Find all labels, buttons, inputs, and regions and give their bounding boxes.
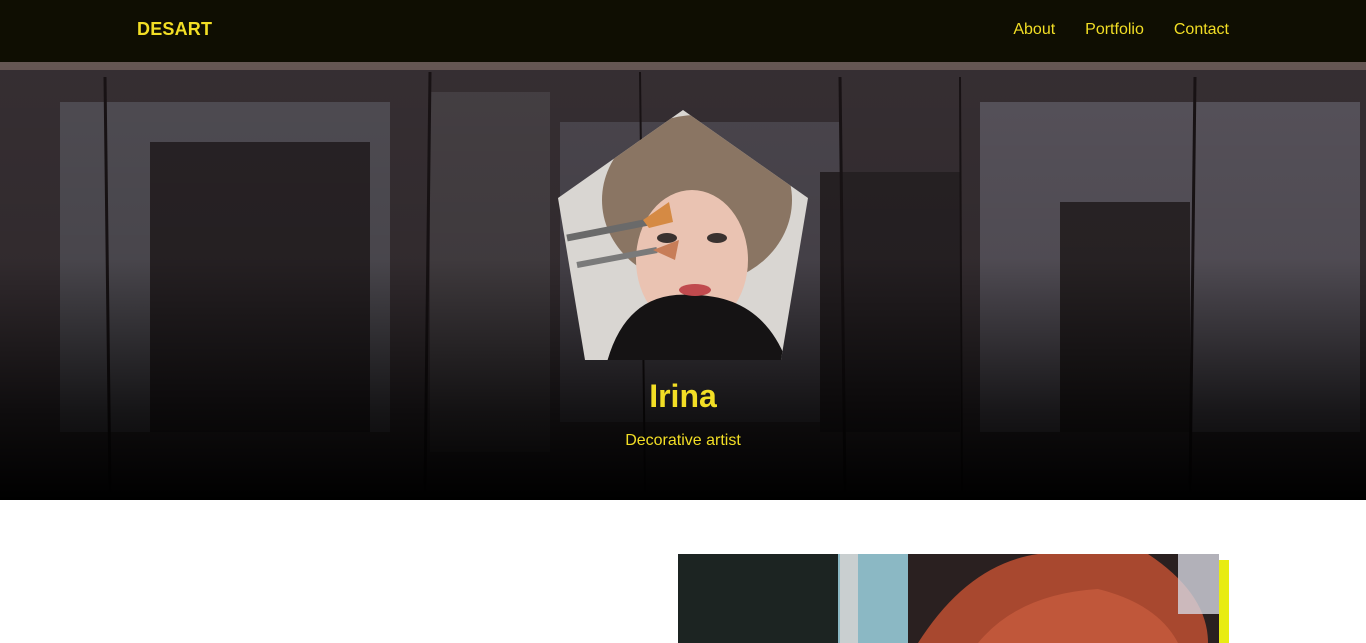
main-nav: About Portfolio Contact — [1013, 21, 1229, 39]
about-accent-stripe — [1218, 560, 1229, 643]
artist-name: Irina — [649, 378, 717, 414]
nav-portfolio[interactable]: Portfolio — [1085, 21, 1144, 39]
top-navbar: DESART About Portfolio Contact — [0, 0, 1366, 62]
brand-logo[interactable]: DESART — [137, 19, 212, 40]
nav-about[interactable]: About — [1013, 21, 1055, 39]
nav-contact[interactable]: Contact — [1174, 21, 1229, 39]
hero-section: Irina Decorative artist — [0, 62, 1366, 500]
about-photo — [678, 554, 1219, 643]
artist-role: Decorative artist — [625, 432, 741, 449]
avatar-portrait — [558, 110, 808, 360]
